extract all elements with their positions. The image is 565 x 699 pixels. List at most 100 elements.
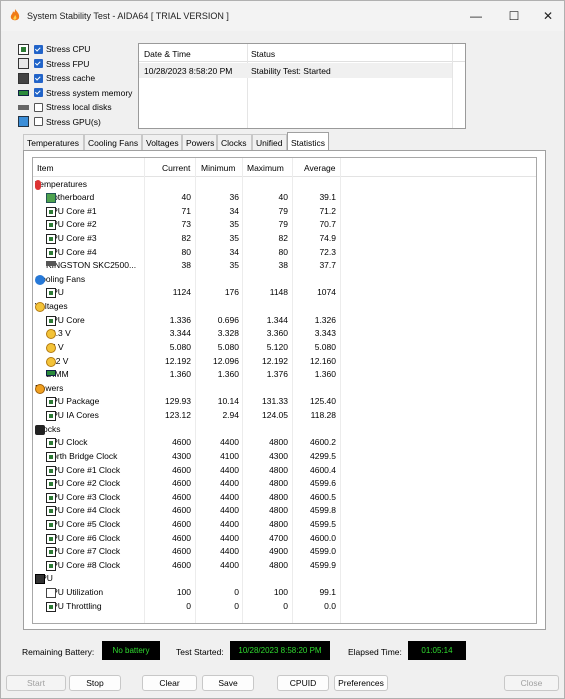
table-row[interactable]: +12 V 12.192 12.096 12.192 12.160 bbox=[33, 355, 341, 369]
table-row[interactable]: Motherboard 40 36 40 39.1 bbox=[33, 191, 341, 205]
current-cell: 3.344 bbox=[169, 328, 191, 339]
table-row[interactable]: CPU Core #3 82 35 82 74.9 bbox=[33, 232, 341, 246]
table-row[interactable]: DIMM 1.360 1.360 1.376 1.360 bbox=[33, 368, 341, 382]
tab-unified[interactable]: Unified bbox=[252, 134, 287, 151]
stress-checkbox[interactable] bbox=[34, 117, 43, 126]
item-cell: CPU Core bbox=[46, 315, 85, 326]
stress-option[interactable]: Stress cache bbox=[18, 71, 95, 85]
tab-voltages[interactable]: Voltages bbox=[142, 134, 182, 151]
table-row[interactable]: CPU Core #1 Clock 4600 4400 4800 4600.4 bbox=[33, 464, 341, 478]
table-row[interactable]: CPU Core #3 Clock 4600 4400 4800 4600.5 bbox=[33, 491, 341, 505]
average-cell: 4600.2 bbox=[310, 437, 336, 448]
cpu-icon bbox=[46, 397, 56, 408]
current-cell: 0 bbox=[186, 600, 191, 611]
header-minimum[interactable]: Minimum bbox=[201, 163, 235, 173]
item-cell: CPU Core #1 bbox=[46, 206, 97, 217]
table-row[interactable]: CPU Throttling 0 0 0 0.0 bbox=[33, 600, 341, 614]
close-button[interactable]: Close bbox=[504, 675, 559, 691]
cpu-icon bbox=[46, 601, 56, 612]
item-label: Temperatures bbox=[35, 178, 87, 189]
tab-temperatures[interactable]: Temperatures bbox=[23, 134, 84, 151]
average-cell: 37.7 bbox=[319, 260, 336, 271]
table-row[interactable]: CPU Core #8 Clock 4600 4400 4800 4599.9 bbox=[33, 559, 341, 573]
stress-option[interactable]: Stress FPU bbox=[18, 57, 89, 71]
table-row[interactable]: CPU Core #4 80 34 80 72.3 bbox=[33, 246, 341, 260]
log-datetime: 10/28/2023 8:58:20 PM bbox=[144, 66, 233, 76]
elapsed-time-label: Elapsed Time: bbox=[348, 647, 402, 657]
category-row[interactable]: Temperatures bbox=[33, 178, 341, 192]
table-row[interactable]: CPU Core #2 73 35 79 70.7 bbox=[33, 218, 341, 232]
start-button[interactable]: Start bbox=[6, 675, 66, 691]
table-row[interactable]: CPU IA Cores 123.12 2.94 124.05 118.28 bbox=[33, 409, 341, 423]
stress-option[interactable]: Stress CPU bbox=[18, 42, 90, 56]
header-maximum[interactable]: Maximum bbox=[247, 163, 284, 173]
table-row[interactable]: CPU Core #2 Clock 4600 4400 4800 4599.6 bbox=[33, 477, 341, 491]
log-col-datetime[interactable]: Date & Time bbox=[144, 49, 191, 59]
maximum-cell: 124.05 bbox=[262, 410, 288, 421]
average-cell: 4600.5 bbox=[310, 491, 336, 502]
window-title: System Stability Test - AIDA64 [ TRIAL V… bbox=[27, 11, 229, 21]
stop-button[interactable]: Stop bbox=[69, 675, 121, 691]
log-header: Date & Time Status bbox=[139, 44, 465, 62]
average-cell: 4599.6 bbox=[310, 478, 336, 489]
table-row[interactable]: CPU Core 1.336 0.696 1.344 1.326 bbox=[33, 314, 341, 328]
table-row[interactable]: KINGSTON SKC2500... 38 35 38 37.7 bbox=[33, 259, 341, 273]
category-row[interactable]: Cooling Fans bbox=[33, 273, 341, 287]
stress-checkbox[interactable] bbox=[34, 88, 43, 97]
clear-button[interactable]: Clear bbox=[142, 675, 197, 691]
stress-checkbox[interactable] bbox=[34, 44, 43, 54]
table-row[interactable]: CPU Core #7 Clock 4600 4400 4900 4599.0 bbox=[33, 545, 341, 559]
table-row[interactable]: +3.3 V 3.344 3.328 3.360 3.343 bbox=[33, 327, 341, 341]
hourglass-icon bbox=[46, 588, 56, 599]
table-row[interactable]: CPU Clock 4600 4400 4800 4600.2 bbox=[33, 436, 341, 450]
table-row[interactable]: +5 V 5.080 5.080 5.120 5.080 bbox=[33, 341, 341, 355]
save-button[interactable]: Save bbox=[202, 675, 254, 691]
tab-statistics[interactable]: Statistics bbox=[287, 132, 329, 152]
current-cell: 4600 bbox=[172, 519, 191, 529]
stress-option[interactable]: Stress GPU(s) bbox=[18, 115, 101, 129]
table-row[interactable]: CPU 1124 176 1148 1074 bbox=[33, 286, 341, 300]
table-row[interactable]: CPU Core #5 Clock 4600 4400 4800 4599.5 bbox=[33, 518, 341, 532]
log-row[interactable]: 10/28/2023 8:58:20 PM Stability Test: St… bbox=[139, 63, 452, 78]
stress-checkbox[interactable] bbox=[34, 73, 43, 83]
tab-cooling-fans[interactable]: Cooling Fans bbox=[84, 134, 142, 151]
item-cell: +3.3 V bbox=[46, 328, 71, 340]
log-col-status[interactable]: Status bbox=[251, 49, 275, 59]
maximum-cell: 4800 bbox=[269, 519, 288, 529]
header-average[interactable]: Average bbox=[304, 163, 336, 173]
maximum-cell: 12.192 bbox=[262, 355, 288, 366]
item-cell: Voltages bbox=[35, 301, 68, 313]
maximum-cell: 1148 bbox=[269, 287, 288, 298]
header-item[interactable]: Item bbox=[37, 163, 54, 173]
stress-option[interactable]: Stress local disks bbox=[18, 100, 112, 114]
cpuid-button[interactable]: CPUID bbox=[277, 675, 329, 691]
average-cell: 0.0 bbox=[324, 600, 336, 611]
category-row[interactable]: Clocks bbox=[33, 423, 341, 437]
close-window-button[interactable]: ✕ bbox=[531, 1, 565, 31]
category-row[interactable]: Voltages bbox=[33, 300, 341, 314]
item-cell: CPU Clock bbox=[46, 437, 88, 449]
table-row[interactable]: North Bridge Clock 4300 4100 4300 4299.5 bbox=[33, 450, 341, 464]
table-row[interactable]: CPU Package 129.93 10.14 131.33 125.40 bbox=[33, 395, 341, 409]
preferences-button[interactable]: Preferences bbox=[334, 675, 388, 691]
maximize-button[interactable]: ☐ bbox=[497, 1, 531, 31]
statistics-table[interactable]: Item Current Minimum Maximum Average Tem… bbox=[32, 157, 537, 624]
tab-powers[interactable]: Powers bbox=[182, 134, 217, 151]
stress-checkbox[interactable] bbox=[34, 59, 43, 68]
category-row[interactable]: CPU bbox=[33, 572, 341, 586]
table-row[interactable]: CPU Core #1 71 34 79 71.2 bbox=[33, 205, 341, 219]
stress-checkbox[interactable] bbox=[34, 102, 43, 112]
minimize-button[interactable]: — bbox=[459, 1, 493, 31]
table-row[interactable]: CPU Core #4 Clock 4600 4400 4800 4599.8 bbox=[33, 504, 341, 518]
item-label: CPU Core #8 Clock bbox=[46, 559, 121, 570]
tab-clocks[interactable]: Clocks bbox=[217, 134, 252, 151]
stress-option[interactable]: Stress system memory bbox=[18, 86, 132, 100]
header-current[interactable]: Current bbox=[162, 163, 190, 173]
item-cell: CPU bbox=[35, 573, 53, 585]
table-row[interactable]: CPU Core #6 Clock 4600 4400 4700 4600.0 bbox=[33, 532, 341, 546]
table-row[interactable]: CPU Utilization 100 0 100 99.1 bbox=[33, 586, 341, 600]
item-label: CPU Core #3 Clock bbox=[46, 491, 121, 502]
log-divider bbox=[452, 44, 453, 128]
chipset-icon bbox=[46, 451, 56, 462]
category-row[interactable]: Powers bbox=[33, 382, 341, 396]
